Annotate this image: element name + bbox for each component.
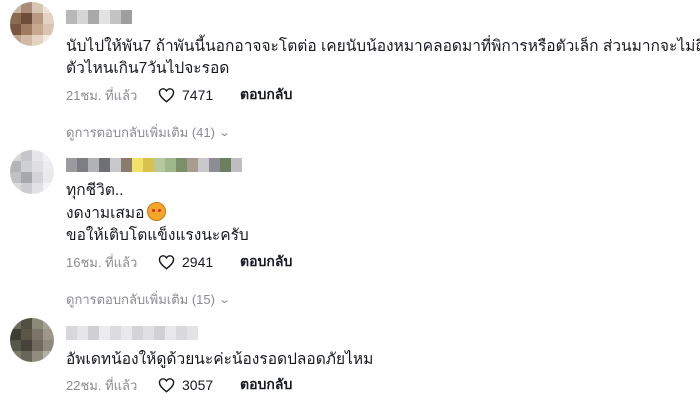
timestamp: 22ชม. ที่แล้ว xyxy=(66,377,138,393)
heart-outline-icon xyxy=(158,255,175,270)
chevron-down-icon: ⌄ xyxy=(218,127,232,139)
comment-line-text: งดงามเสมอ xyxy=(66,205,145,222)
like-count: 7471 xyxy=(182,87,214,103)
view-more-replies[interactable]: ดูการตอบกลับเพิ่มเติม (15) ⌄ xyxy=(66,289,232,310)
reply-button[interactable]: ตอบกลับ xyxy=(240,374,292,396)
timestamp: 21ชม. ที่แล้ว xyxy=(66,87,138,103)
like-button[interactable]: 7471 xyxy=(158,87,240,103)
view-more-replies-label: ดูการตอบกลับเพิ่มเติม (15) xyxy=(66,292,215,307)
username-blurred[interactable] xyxy=(66,10,132,24)
comment-meta: 21ชม. ที่แล้ว 7471 ตอบกลับ xyxy=(66,85,292,105)
comment-meta: 22ชม. ที่แล้ว 3057 ตอบกลับ xyxy=(66,375,292,395)
heart-outline-icon xyxy=(158,378,175,393)
chevron-down-icon: ⌄ xyxy=(218,294,232,306)
comment-meta: 16ชม. ที่แล้ว 2941 ตอบกลับ xyxy=(66,252,292,272)
username-blurred[interactable] xyxy=(66,158,242,172)
comment-text: ทุกชีวิต.. งดงามเสมอ ขอให้เติบโตแข็งแรงน… xyxy=(66,180,249,247)
reply-button[interactable]: ตอบกลับ xyxy=(240,84,292,106)
comment-text: อัพเดทน้องให้ดูด้วยนะค่ะน้องรอดปลอดภัยไห… xyxy=(66,349,373,371)
avatar[interactable] xyxy=(10,318,54,362)
heart-outline-icon xyxy=(158,88,175,103)
comment-line: ตัวไหนเกิน7วันไปจะรอด xyxy=(66,60,230,77)
avatar[interactable] xyxy=(10,150,54,194)
username-blurred[interactable] xyxy=(66,326,198,340)
reply-button[interactable]: ตอบกลับ xyxy=(240,251,292,273)
comment-text: นับไปให้พัน7 ถ้าพันนี้นอกอาจจะโตต่อ เคยน… xyxy=(66,36,700,80)
comment-line: อัพเดทน้องให้ดูด้วยนะค่ะน้องรอดปลอดภัยไห… xyxy=(66,351,374,368)
comment-line: นับไปให้พัน7 ถ้าพันนี้นอกอาจจะโตต่อ เคยน… xyxy=(66,38,700,55)
like-button[interactable]: 2941 xyxy=(158,254,240,270)
smiling-face-with-hearts-emoji xyxy=(147,202,167,221)
like-count: 2941 xyxy=(182,254,214,270)
comment-line: ขอให้เติบโตแข็งแรงนะครับ xyxy=(66,227,249,244)
view-more-replies[interactable]: ดูการตอบกลับเพิ่มเติม (41) ⌄ xyxy=(66,122,232,143)
comment-line: ทุกชีวิต.. xyxy=(66,182,124,199)
timestamp: 16ชม. ที่แล้ว xyxy=(66,254,138,270)
comment-line: งดงามเสมอ xyxy=(66,202,249,225)
like-count: 3057 xyxy=(182,377,214,393)
like-button[interactable]: 3057 xyxy=(158,377,240,393)
avatar[interactable] xyxy=(10,2,54,46)
view-more-replies-label: ดูการตอบกลับเพิ่มเติม (41) xyxy=(66,125,215,140)
